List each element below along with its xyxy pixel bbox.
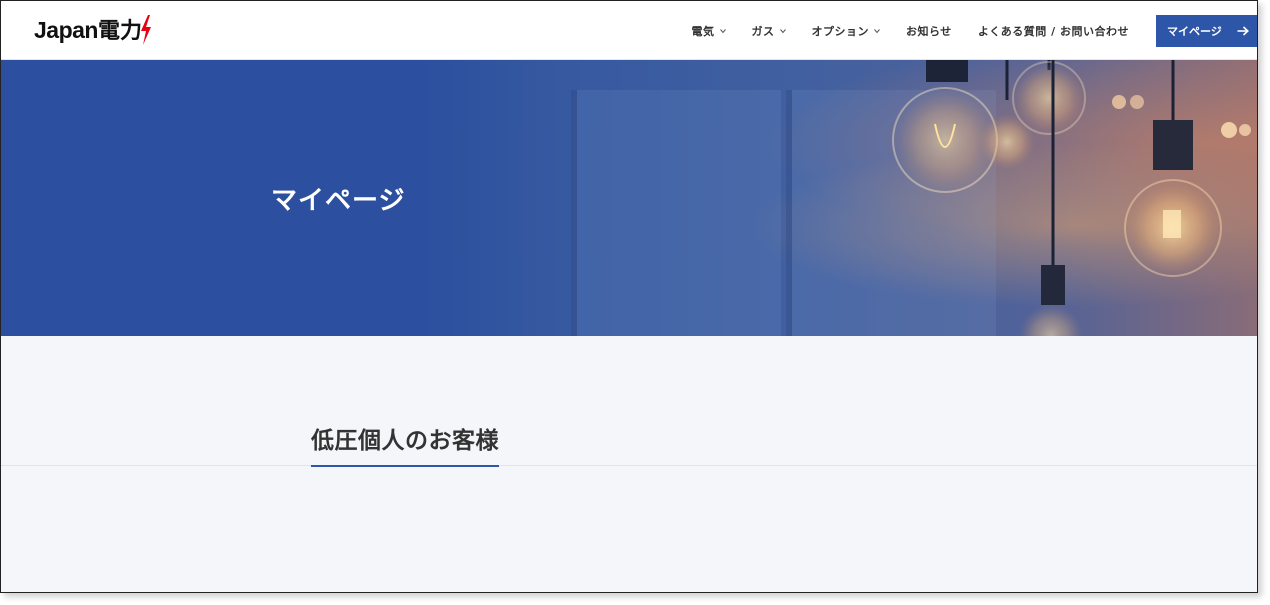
chevron-down-icon [719, 28, 726, 33]
nav-item-label: オプション [811, 24, 870, 38]
nav-item-label: お知らせ [906, 24, 952, 38]
hero-banner: マイページ [1, 60, 1257, 336]
hero-background-image [421, 60, 1257, 336]
nav-item-options[interactable]: オプション [799, 1, 894, 60]
arrow-right-icon [1237, 25, 1249, 36]
nav-item-gas[interactable]: ガス [739, 1, 799, 60]
nav-item-news[interactable]: お知らせ [893, 1, 965, 60]
nav-item-label: 電気 [691, 24, 715, 38]
light-bulbs-image [892, 60, 1251, 336]
main-nav: 電気 ガス オプション お知らせ よくある質問 / お問い合わせ マイページ [679, 1, 1257, 60]
browser-viewport: Japan 電力 電気 ガス オプション お知らせ よくある質問 / お問い合わ… [0, 0, 1258, 593]
chevron-down-icon [779, 28, 786, 33]
nav-item-electricity[interactable]: 電気 [679, 1, 739, 60]
page-title: マイページ [271, 186, 406, 216]
chevron-down-icon [874, 28, 880, 33]
site-header: Japan 電力 電気 ガス オプション お知らせ よくある質問 / お問い合わ… [1, 1, 1257, 60]
nav-item-faq-contact[interactable]: よくある質問 / お問い合わせ [965, 1, 1156, 60]
nav-item-label: ガス [751, 24, 775, 38]
mypage-button-label: マイページ [1167, 24, 1222, 38]
section-heading: 低圧個人のお客様 [311, 421, 499, 467]
lightning-bolt-icon [141, 15, 151, 45]
logo-text: Japan [34, 17, 98, 43]
logo-mark: 電力 [97, 19, 142, 44]
site-logo[interactable]: Japan 電力 [34, 15, 151, 45]
mypage-button[interactable]: マイページ [1156, 14, 1257, 47]
section-divider [1, 465, 1257, 466]
nav-item-label: よくある質問 / お問い合わせ [977, 24, 1129, 38]
